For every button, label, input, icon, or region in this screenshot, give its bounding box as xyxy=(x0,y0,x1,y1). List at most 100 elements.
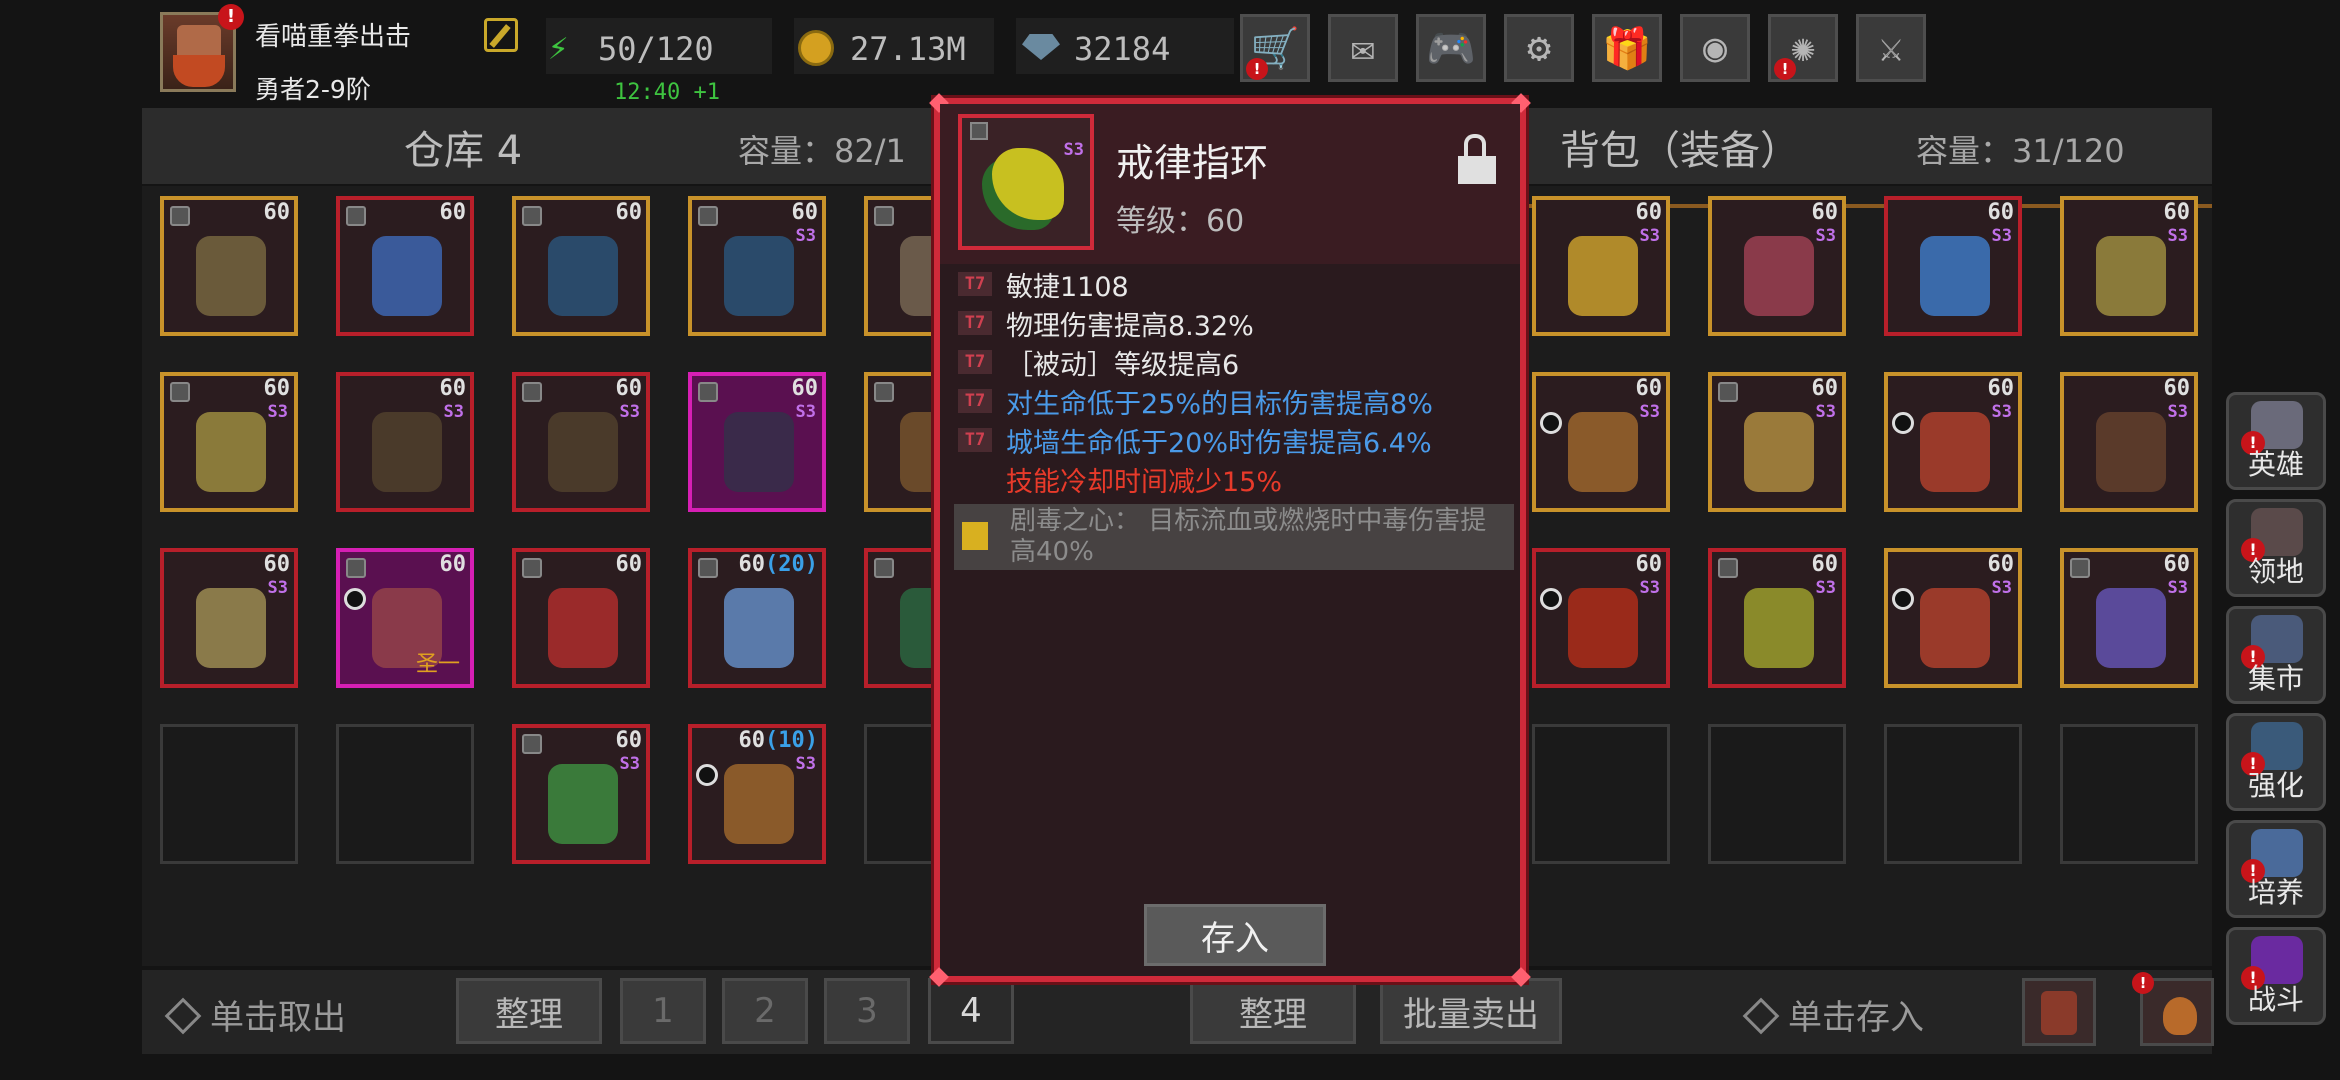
equipped-ring-icon xyxy=(1892,412,1914,434)
item-level-value: 60 xyxy=(1987,200,2015,225)
unlock-icon[interactable] xyxy=(1458,134,1496,184)
nav-enhance[interactable]: ! 强化 xyxy=(2226,713,2326,811)
wheel-button[interactable]: ◉ xyxy=(1680,14,1750,82)
item-slot[interactable]: 60 S3 xyxy=(512,372,650,512)
s3-badge: S3 xyxy=(1639,578,1660,598)
item-level-label: 60 xyxy=(1812,552,1839,577)
page-4-button[interactable]: 4 xyxy=(928,978,1014,1044)
take-out-hint[interactable]: 单击取出 xyxy=(164,990,346,1039)
store-hint[interactable]: 单击存入 xyxy=(1742,990,1924,1039)
page-3-button[interactable]: 3 xyxy=(824,978,910,1044)
nav-market[interactable]: ! 集市 xyxy=(2226,606,2326,704)
s3-badge: S3 xyxy=(443,402,464,422)
lock-small-icon xyxy=(1718,382,1738,402)
item-slot[interactable]: 60 S3 xyxy=(1532,548,1670,688)
lock-small-icon xyxy=(698,382,718,402)
item-slot[interactable]: 60 S3 xyxy=(1532,196,1670,336)
armor-filter-button[interactable] xyxy=(2022,978,2096,1046)
lock-small-icon xyxy=(522,382,542,402)
item-slot[interactable]: 60 xyxy=(512,548,650,688)
empty-slot[interactable] xyxy=(1532,724,1670,864)
item-slot[interactable]: 60 S3 xyxy=(1884,196,2022,336)
mail-button[interactable]: ✉ xyxy=(1328,14,1398,82)
item-icon xyxy=(1568,588,1638,668)
gift-button[interactable]: 🎁 xyxy=(1592,14,1662,82)
item-detail-popup: S3 戒律指环 等级：60 T7 敏捷1108 T7 物理伤害提高8.32% T7 ［被动… xyxy=(929,93,1531,987)
item-slot[interactable]: 60 S3 xyxy=(1708,548,1846,688)
item-icon xyxy=(1920,236,1990,316)
nav-label: 领地 xyxy=(2247,555,2304,588)
item-slot[interactable]: 60 S3 xyxy=(160,548,298,688)
item-slot[interactable]: 60 S3 xyxy=(2060,548,2198,688)
stat-text: 敏捷1108 xyxy=(1006,271,1129,303)
item-slot[interactable]: 60 xyxy=(512,196,650,336)
stat-text: ［被动］等级提高6 xyxy=(1006,349,1240,381)
lock-small-icon xyxy=(698,206,718,226)
nav-label: 英雄 xyxy=(2247,448,2304,481)
item-level-label: 60 xyxy=(264,552,291,577)
page-2-button[interactable]: 2 xyxy=(722,978,808,1044)
edit-name-icon[interactable] xyxy=(484,18,518,52)
ring-item-art xyxy=(992,148,1064,220)
item-slot[interactable]: 60(10) S3 xyxy=(688,724,826,864)
item-slot[interactable]: 60 S3 xyxy=(512,724,650,864)
gift-icon: 🎁 xyxy=(1602,25,1652,72)
item-level-value: 60 xyxy=(1811,552,1839,577)
item-icon xyxy=(724,236,794,316)
s3-badge: S3 xyxy=(795,402,816,422)
empty-slot[interactable] xyxy=(1884,724,2022,864)
warehouse-title: 仓库 4 xyxy=(404,128,523,174)
item-icon xyxy=(1568,412,1638,492)
page-1-button[interactable]: 1 xyxy=(620,978,706,1044)
item-slot[interactable]: 60 S3 xyxy=(2060,372,2198,512)
item-slot[interactable]: 60 S3 xyxy=(688,196,826,336)
empty-slot[interactable] xyxy=(1708,724,1846,864)
item-level-value: 60 xyxy=(791,200,819,225)
empty-slot[interactable] xyxy=(336,724,474,864)
stat-line: T7 物理伤害提高8.32% xyxy=(958,305,1254,342)
item-level-label: 60 xyxy=(1636,552,1663,577)
nav-hero[interactable]: ! 英雄 xyxy=(2226,392,2326,490)
item-slot[interactable]: 60 S3 xyxy=(1884,372,2022,512)
deposit-button[interactable]: 存入 xyxy=(1144,904,1326,966)
item-level-label: 60 xyxy=(440,376,467,401)
batch-sell-button[interactable]: 批量卖出 xyxy=(1380,978,1562,1044)
sort-backpack-button[interactable]: 整理 xyxy=(1190,978,1356,1044)
nav-cultivate[interactable]: ! 培养 xyxy=(2226,820,2326,918)
item-slot[interactable]: 60 S3 xyxy=(1532,372,1670,512)
nav-label: 集市 xyxy=(2247,662,2304,695)
s3-badge: S3 xyxy=(1991,226,2012,246)
item-slot[interactable]: 60 S3 xyxy=(1708,372,1846,512)
sort-warehouse-button[interactable]: 整理 xyxy=(456,978,602,1044)
item-slot[interactable]: 60 S3 xyxy=(336,372,474,512)
item-icon xyxy=(548,236,618,316)
empty-slot[interactable] xyxy=(160,724,298,864)
warehouse-capacity: 容量：82/1 xyxy=(738,132,906,170)
item-slot[interactable]: 60 S3 xyxy=(688,372,826,512)
item-slot[interactable]: 60(20) xyxy=(688,548,826,688)
nav-battle[interactable]: ! 战斗 xyxy=(2226,927,2326,1025)
item-slot[interactable]: 60 xyxy=(336,196,474,336)
item-slot[interactable]: 60 S3 xyxy=(1884,548,2022,688)
lock-small-icon xyxy=(874,558,894,578)
gamepad-button[interactable]: 🎮 xyxy=(1416,14,1486,82)
toolbar-alert-badge: ! xyxy=(1246,58,1268,80)
s3-badge: S3 xyxy=(2167,578,2188,598)
crossed-swords-icon: ⚔ xyxy=(1878,25,1904,71)
item-icon xyxy=(196,588,266,668)
item-slot[interactable]: 60 S3 xyxy=(2060,196,2198,336)
empty-slot[interactable] xyxy=(2060,724,2198,864)
nav-territory[interactable]: ! 领地 xyxy=(2226,499,2326,597)
mail-icon: ✉ xyxy=(1350,25,1376,71)
item-slot[interactable]: 60 S3 xyxy=(160,372,298,512)
item-level-label: 60 xyxy=(616,200,643,225)
item-slot[interactable]: 60 xyxy=(160,196,298,336)
battle-button[interactable]: ⚔ xyxy=(1856,14,1926,82)
item-icon xyxy=(1920,412,1990,492)
s3-badge: S3 xyxy=(267,402,288,422)
lock-small-icon xyxy=(970,122,988,140)
item-slot[interactable]: 60 圣一 xyxy=(336,548,474,688)
settings-button[interactable]: ⚙ xyxy=(1504,14,1574,82)
item-slot[interactable]: 60 S3 xyxy=(1708,196,1846,336)
s3-badge: S3 xyxy=(795,226,816,246)
